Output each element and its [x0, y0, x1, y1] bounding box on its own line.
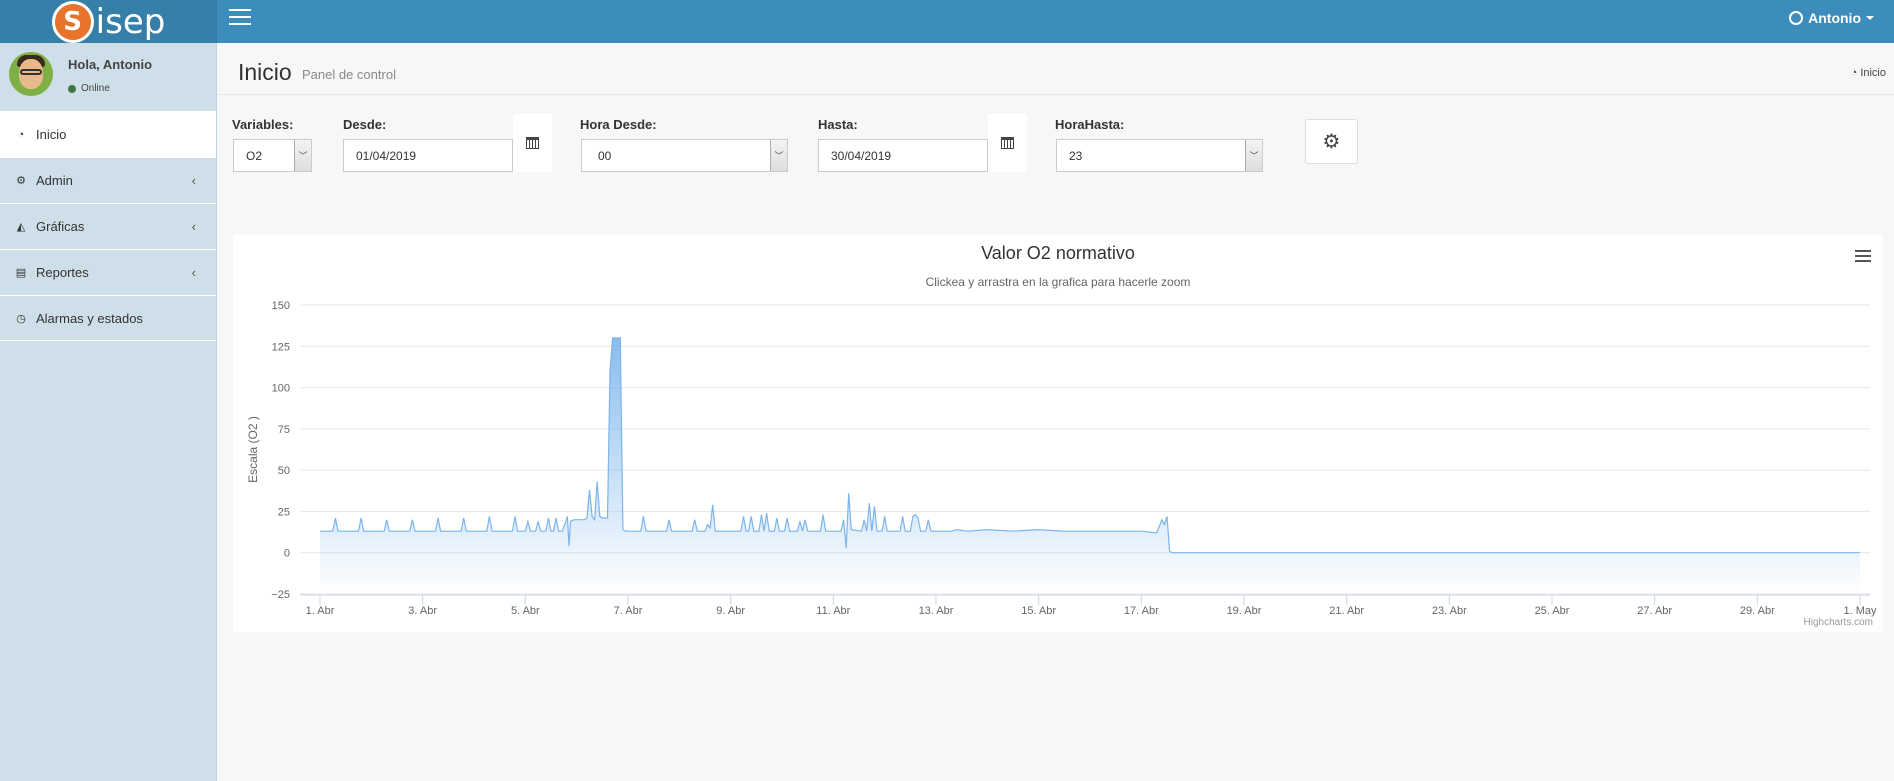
breadcrumb-item: Inicio [1860, 67, 1886, 79]
x-tick-label: 13. Abr [919, 605, 954, 617]
gears-icon: ⚙ [1322, 131, 1341, 153]
sidebar-toggle-icon[interactable] [229, 9, 251, 27]
sidebar-item-label: Reportes [36, 265, 89, 280]
breadcrumb[interactable]: ◔ Inicio [1851, 67, 1886, 79]
desde-date-input[interactable]: 01/04/2019 [343, 139, 513, 172]
user-panel: Hola, Antonio Online [0, 43, 216, 111]
hora-hasta-select[interactable]: 23 ﹀ [1056, 139, 1263, 172]
y-tick-label: 50 [278, 465, 290, 477]
gears-icon: ⚙ [16, 175, 26, 187]
x-tick-label: 1. May [1843, 605, 1877, 617]
x-tick-label: 15. Abr [1021, 605, 1056, 617]
dashboard-icon: ◔ [1850, 67, 1858, 79]
hora-desde-value: 00 [598, 148, 612, 163]
chart-container[interactable]: Valor O2 normativo Clickea y arrastra en… [233, 235, 1883, 632]
x-tick-label: 29. Abr [1740, 605, 1775, 617]
hora-desde-select[interactable]: 00 ﹀ [581, 139, 788, 172]
hora-hasta-value: 23 [1069, 148, 1083, 163]
chart-plot[interactable]: −25 0 25 50 75 100 125 150 1. Abr 3. Abr 5. Abr 7. … [233, 235, 1883, 632]
x-tick-label: 1. Abr [306, 605, 335, 617]
chevron-left-icon: ‹ [191, 173, 196, 188]
chevron-left-icon: ‹ [191, 219, 196, 234]
series-line [320, 337, 1860, 554]
app-logo[interactable]: S isep [0, 0, 217, 43]
page-title: Inicio [238, 59, 292, 85]
chevron-left-icon: ‹ [191, 265, 196, 280]
x-tick-label: 25. Abr [1535, 605, 1570, 617]
hasta-date-input[interactable]: 30/04/2019 [818, 139, 988, 172]
sidebar-item-label: Gráficas [36, 219, 85, 234]
user-status-label: Online [81, 83, 110, 94]
chevron-down-icon: ﹀ [770, 140, 787, 171]
user-greeting: Hola, Antonio [68, 57, 153, 72]
desde-calendar-button[interactable] [513, 114, 552, 172]
x-tick-label: 27. Abr [1637, 605, 1672, 617]
desde-value: 01/04/2019 [356, 148, 417, 163]
calendar-icon [526, 137, 539, 149]
user-menu-name: Antonio [1808, 10, 1861, 26]
page-subtitle: Panel de control [302, 67, 396, 82]
variables-label: Variables: [232, 117, 294, 132]
content-header: Inicio Panel de control ◔ Inicio [217, 43, 1894, 95]
sidebar-item-alarmas[interactable]: ◷ Alarmas y estados [0, 295, 216, 341]
hora-hasta-label: HoraHasta: [1055, 117, 1125, 132]
x-tick-label: 17. Abr [1124, 605, 1159, 617]
user-status: Online [68, 83, 110, 94]
user-menu[interactable]: Antonio [1789, 10, 1874, 26]
sidebar-item-label: Admin [36, 173, 73, 188]
hasta-label: Hasta: [818, 117, 858, 132]
x-tick-label: 19. Abr [1227, 605, 1262, 617]
y-axis-title: Escala (O2 ) [246, 416, 260, 483]
desde-label: Desde: [343, 117, 387, 132]
hasta-calendar-button[interactable] [988, 114, 1027, 172]
sidebar-item-inicio[interactable]: ◔ Inicio [0, 111, 216, 157]
y-tick-label: 75 [278, 424, 290, 436]
chevron-down-icon: ﹀ [294, 140, 311, 171]
chart-credits[interactable]: Highcharts.com [1804, 617, 1873, 628]
series-area [320, 338, 1860, 594]
apply-filters-button[interactable]: ⚙ [1305, 119, 1358, 164]
x-tick-label: 7. Abr [614, 605, 643, 617]
sidebar: Hola, Antonio Online ◔ Inicio ⚙ Admin ‹ … [0, 43, 217, 781]
x-tick-label: 5. Abr [511, 605, 540, 617]
calendar-icon [1001, 137, 1014, 149]
clock-icon: ◷ [16, 312, 26, 325]
variables-value: O2 [246, 148, 263, 163]
hasta-value: 30/04/2019 [831, 148, 892, 163]
avatar [9, 52, 53, 96]
y-tick-label: 0 [284, 548, 290, 560]
logo-mark: S [51, 0, 94, 43]
user-circle-icon [1789, 11, 1804, 25]
top-navbar: S isep Antonio [0, 0, 1894, 43]
sidebar-item-graficas[interactable]: ◭ Gráficas ‹ [0, 203, 216, 249]
sidebar-item-reportes[interactable]: ▤ Reportes ‹ [0, 249, 216, 295]
x-tick-label: 23. Abr [1432, 605, 1467, 617]
sidebar-item-label: Inicio [36, 127, 67, 142]
y-tick-label: −25 [271, 589, 290, 601]
y-tick-label: 100 [272, 383, 290, 395]
area-chart-icon: ◭ [16, 221, 26, 233]
x-tick-label: 9. Abr [716, 605, 745, 617]
caret-down-icon [1866, 16, 1874, 20]
y-tick-label: 25 [278, 506, 290, 518]
y-tick-label: 125 [272, 341, 290, 353]
x-tick-label: 3. Abr [408, 605, 437, 617]
sidebar-item-label: Alarmas y estados [36, 310, 143, 326]
online-dot-icon [68, 84, 76, 93]
chevron-down-icon: ﹀ [1245, 140, 1262, 171]
logo-text: isep [95, 1, 166, 42]
sidebar-item-admin[interactable]: ⚙ Admin ‹ [0, 157, 216, 203]
file-excel-icon: ▤ [15, 267, 27, 279]
variables-select[interactable]: O2 ﹀ [233, 139, 312, 172]
dashboard-icon: ◔ [17, 128, 25, 141]
y-tick-label: 150 [272, 300, 290, 312]
x-tick-label: 11. Abr [816, 605, 850, 617]
x-tick-label: 21. Abr [1329, 605, 1364, 617]
hora-desde-label: Hora Desde: [580, 117, 657, 132]
